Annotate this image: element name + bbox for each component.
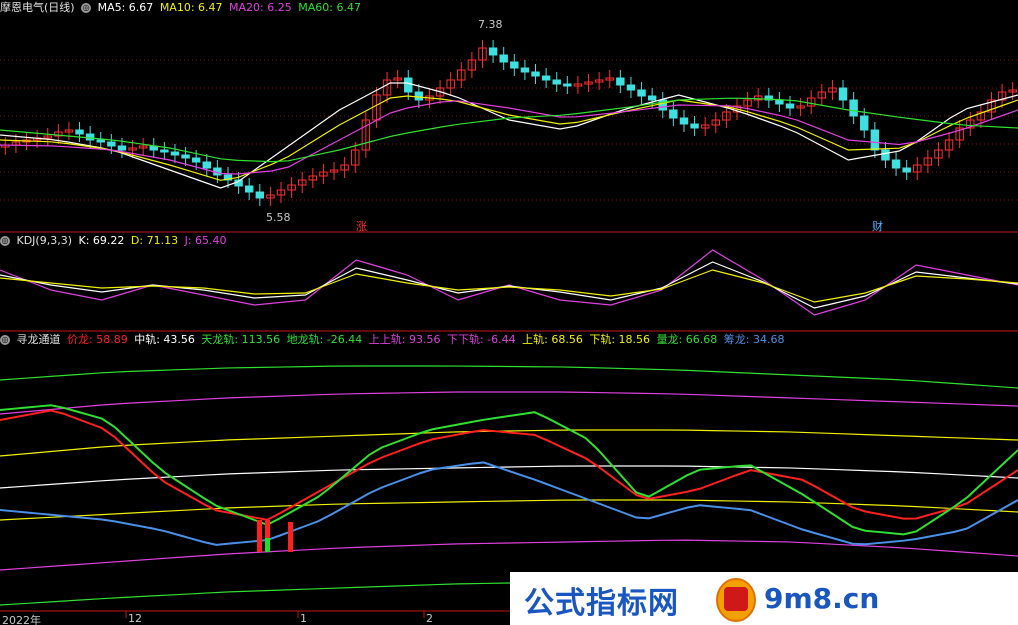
candle-body [510, 61, 519, 69]
candle-body [404, 77, 413, 93]
candle-body [860, 115, 869, 131]
candle-body [679, 117, 689, 125]
ma10-label: MA10: 6.47 [159, 1, 223, 14]
dilong-label: 地龙轨: -26.44 [286, 333, 363, 346]
watermark-banner: 公式指标网 9m8.cn [510, 572, 1018, 625]
kdj-header: ◎ KDJ(9,3,3) K: 69.22 D: 71.13 J: 65.40 [0, 233, 230, 249]
candle-body [202, 161, 211, 169]
zhang-marker: 涨 [356, 220, 367, 233]
zhonggui-label: 中轨: 43.56 [134, 333, 195, 346]
tianlong-label: 天龙轨: 113.56 [201, 333, 281, 346]
candle-body [520, 67, 530, 73]
xiagui-line [0, 499, 1018, 521]
kdj-k-label: K: 69.22 [78, 234, 125, 247]
jialong-label: 价龙: 58.89 [67, 333, 128, 346]
candle-body [255, 191, 265, 199]
watermark-logo-icon [716, 578, 756, 622]
candle-body [160, 149, 169, 153]
candle-body [647, 95, 657, 101]
x-label-year: 2022年 [2, 614, 41, 625]
kdj-j-line [0, 249, 1018, 316]
channel-header: ◎ 寻龙通道 价龙: 58.89 中轨: 43.56 天龙轨: 113.56 地… [0, 332, 787, 348]
low-price-label: 5.58 [266, 211, 291, 224]
candle-body [191, 157, 201, 163]
watermark-url: 9m8.cn [764, 582, 880, 615]
ma60-label: MA60: 6.47 [298, 1, 361, 14]
candle-body [785, 103, 795, 109]
lianglong-line [0, 404, 1018, 536]
candle-body [838, 87, 848, 101]
choulong-label: 筹龙: 34.68 [723, 333, 785, 346]
channel-settings-icon[interactable]: ◎ [0, 335, 10, 345]
candle-body [170, 151, 180, 156]
high-price-label: 7.38 [478, 18, 503, 31]
stock-chart-window: { "price_panel": { "title": "摩恩电气(日线)", … [0, 0, 1018, 625]
candle-body [775, 99, 784, 105]
candle-body [107, 141, 116, 147]
candle-body [891, 159, 901, 169]
choulong-line [0, 461, 1018, 546]
candle-body [669, 109, 678, 119]
kdj-j-label: J: 65.40 [184, 234, 227, 247]
candle-body [117, 145, 127, 151]
candle-body [849, 99, 858, 117]
candle-body [902, 167, 911, 173]
candle-body [870, 129, 880, 151]
shanggui-line [0, 429, 1018, 457]
cai-marker: 财 [872, 220, 883, 233]
kdj-settings-icon[interactable]: ◎ [0, 236, 10, 246]
candle-body [616, 77, 625, 86]
candle-body [181, 154, 190, 159]
signal-bar-red [257, 520, 262, 552]
x-label-dec: 12 [128, 612, 142, 625]
price-header: 摩恩电气(日线) ◎ MA5: 6.67 MA10: 6.47 MA20: 6.… [0, 0, 364, 16]
tianlong-line [0, 365, 1018, 389]
channel-title: 寻龙通道 [16, 333, 61, 346]
watermark-text: 公式指标网 [524, 586, 679, 621]
candle-body [563, 83, 572, 87]
zhonggui-line [0, 465, 1018, 489]
x-label-feb: 2 [426, 612, 433, 625]
signal-bar-red [288, 522, 293, 552]
candle-body [499, 54, 508, 63]
candle-body [690, 123, 699, 129]
candle-body [637, 89, 646, 97]
kdj-d-label: D: 71.13 [130, 234, 179, 247]
stock-title: 摩恩电气(日线) [0, 1, 75, 14]
candle-body [85, 133, 95, 141]
candle-body [881, 149, 890, 161]
candle-body [488, 47, 498, 56]
ma20-label: MA20: 6.25 [229, 1, 292, 14]
candle-body [75, 129, 84, 135]
ma20-line [0, 100, 1018, 175]
kdj-title: KDJ(9,3,3) [16, 234, 73, 247]
lianglong-label: 量龙: 66.68 [656, 333, 718, 346]
signal-bar-green [265, 538, 270, 552]
xiaxia-label: 下下轨: -6.44 [446, 333, 516, 346]
settings-icon[interactable]: ◎ [81, 3, 92, 13]
shangshang-line [0, 391, 1018, 415]
x-label-jan: 1 [300, 612, 307, 625]
candle-body [244, 185, 254, 193]
candle-body [531, 71, 540, 77]
shangshang-label: 上上轨: 93.56 [368, 333, 441, 346]
ma10-line [0, 95, 1018, 181]
candle-body [552, 79, 561, 85]
candle-body [541, 75, 551, 81]
candle-body [626, 84, 636, 91]
candle-body [96, 139, 105, 143]
jialong-line [0, 409, 1018, 521]
xiagui-label: 下轨: 18.56 [589, 333, 651, 346]
candle-body [414, 91, 424, 101]
ma5-label: MA5: 6.67 [97, 1, 154, 14]
shanggui-label: 上轨: 68.56 [522, 333, 583, 346]
chart-canvas [0, 40, 1018, 618]
